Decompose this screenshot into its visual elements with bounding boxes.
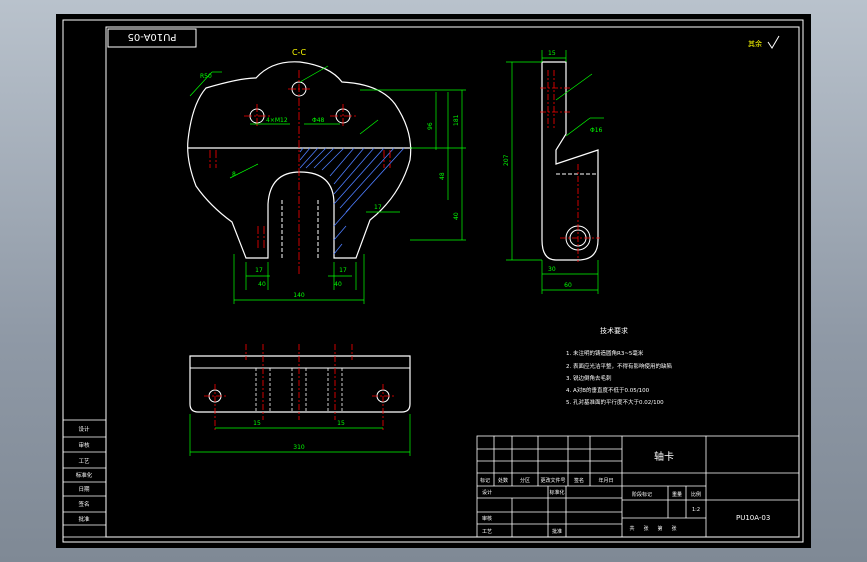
- code-box-text: PU10A-05: [127, 31, 176, 42]
- tb-scale-label: 比例: [691, 491, 701, 498]
- dim-60: 60: [564, 282, 572, 289]
- tb-stage: 阶段标记: [632, 491, 652, 498]
- dim-40b: 40: [334, 281, 342, 288]
- stamp-label-6: 签名: [78, 500, 89, 508]
- tech-note-3: 3. 锐边倒角去毛刺: [566, 374, 612, 382]
- scale-value: 1:2: [692, 507, 700, 513]
- tech-note-2: 2. 表面应光洁平整，不得有影响使用的缺陷: [566, 362, 672, 370]
- stamp-label-2: 审核: [78, 441, 90, 449]
- tb-weight: 重量: [672, 491, 682, 498]
- dim-r50: R50: [200, 73, 212, 80]
- tech-note-5: 5. 孔对基准面的平行度不大于0.02/100: [566, 398, 664, 406]
- roughness-note: 其余: [748, 39, 762, 48]
- dim-15c: 15: [337, 420, 345, 427]
- tb-design: 设计: [482, 489, 492, 496]
- dim-15: 15: [548, 50, 556, 57]
- dim-m12: 4×M12: [266, 117, 288, 124]
- dim-96: 96: [427, 122, 434, 130]
- tb-sheet-unit-1: 张: [643, 525, 648, 532]
- tb-zone: 分区: [520, 477, 530, 484]
- dim-15b: 15: [253, 420, 261, 427]
- stamp-label-4: 标准化: [76, 471, 93, 479]
- tb-mark: 标记: [480, 477, 490, 484]
- dim-17-right: 17: [374, 204, 382, 211]
- dim-30: 30: [548, 266, 556, 273]
- tb-process: 工艺: [482, 529, 492, 535]
- tb-sign: 签名: [574, 477, 584, 484]
- dim-181: 181: [453, 114, 460, 126]
- dim-40-right: 40: [453, 212, 460, 220]
- stamp-label-1: 设计: [78, 425, 90, 433]
- cad-drawing-canvas: PU10A-05 其余 C-C 140 17 17 40 40 96 181 4…: [56, 14, 811, 548]
- tech-note-4: 4. A对B的垂直度不低于0.05/100: [566, 386, 650, 394]
- dim-8: 8: [232, 171, 236, 178]
- tb-sheet-no: 第: [657, 525, 662, 532]
- tech-title: 技术要求: [600, 326, 628, 335]
- tb-sheet-total: 共: [629, 525, 634, 532]
- tech-note-1: 1. 未注明的铸造圆角R3~5毫米: [566, 349, 644, 357]
- dim-phi16: Φ16: [590, 127, 603, 134]
- dim-48: 48: [439, 172, 446, 180]
- tb-count: 处数: [498, 477, 508, 484]
- dim-207: 207: [503, 154, 510, 166]
- drawing-sheet: [56, 14, 811, 548]
- tb-sheet-unit-2: 张: [671, 525, 676, 532]
- stamp-label-3: 工艺: [78, 458, 90, 465]
- dim-310: 310: [293, 444, 305, 451]
- tb-date: 年月日: [598, 477, 613, 484]
- stamp-label-5: 日期: [78, 486, 90, 493]
- dim-phi48: Φ48: [312, 117, 325, 124]
- tb-standard: 标准化: [549, 489, 564, 496]
- stamp-label-7: 批准: [78, 515, 90, 523]
- dim-40a: 40: [258, 281, 266, 288]
- tb-review: 审核: [482, 515, 492, 522]
- section-label: C-C: [292, 48, 306, 57]
- dim-17b: 17: [339, 267, 347, 274]
- tb-change-doc: 更改文件号: [540, 477, 565, 484]
- dim-17a: 17: [255, 267, 263, 274]
- dim-140: 140: [293, 292, 305, 299]
- drawing-number: PU10A-03: [736, 514, 770, 522]
- title-text: 轴卡: [654, 450, 674, 463]
- tb-approve: 批准: [552, 528, 562, 535]
